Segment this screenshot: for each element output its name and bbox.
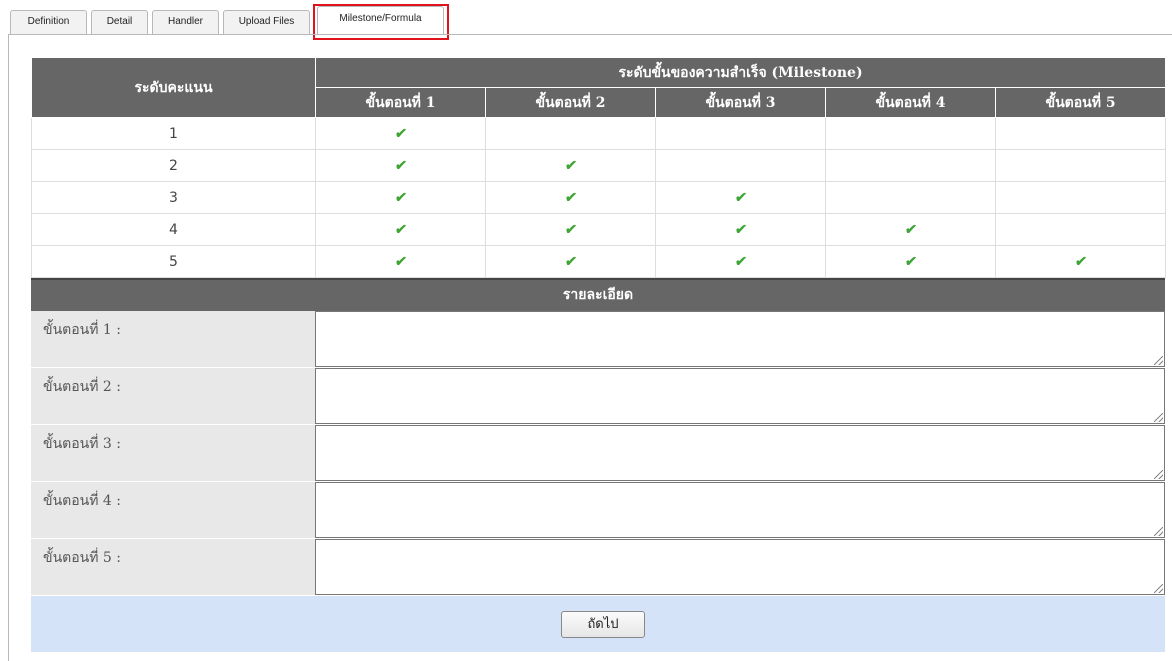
milestone-cell: ✔ — [655, 181, 826, 214]
next-button[interactable]: ถัดไป — [561, 611, 645, 638]
tab-bar: Definition Detail Handler Upload Files M… — [0, 0, 1172, 40]
level-column-header: ระดับคะแนน — [31, 57, 316, 118]
milestone-cell: ✔ — [485, 213, 656, 246]
detail-row: ขั้นตอนที่ 1 : — [31, 311, 1165, 368]
detail-label: ขั้นตอนที่ 2 : — [31, 368, 315, 424]
milestone-group-header: ระดับขั้นของความสำเร็จ (Milestone) — [314, 57, 1167, 88]
milestone-cell: ✔ — [315, 245, 486, 278]
milestone-cell — [655, 117, 826, 150]
checkmark-icon: ✔ — [563, 157, 578, 174]
resize-grip-icon[interactable] — [1154, 413, 1163, 422]
detail-label: ขั้นตอนที่ 3 : — [31, 425, 315, 481]
tab-detail[interactable]: Detail — [91, 10, 148, 34]
detail-row: ขั้นตอนที่ 3 : — [31, 425, 1165, 482]
checkmark-icon: ✔ — [393, 189, 408, 206]
milestone-cell — [994, 181, 1167, 214]
detail-field-wrapper — [315, 425, 1165, 481]
milestone-cell: ✔ — [315, 213, 486, 246]
step-header: ขั้นตอนที่ 4 — [825, 87, 996, 118]
milestone-cell: ✔ — [315, 181, 486, 214]
level-cell: 1 — [31, 117, 316, 150]
step-header: ขั้นตอนที่ 2 — [485, 87, 656, 118]
step-1-textarea[interactable] — [316, 312, 1164, 366]
step-5-textarea[interactable] — [316, 540, 1164, 594]
step-header: ขั้นตอนที่ 1 — [315, 87, 486, 118]
milestone-cell — [485, 117, 656, 150]
checkmark-icon: ✔ — [563, 189, 578, 206]
milestone-cell — [825, 149, 996, 182]
tab-handler[interactable]: Handler — [152, 10, 219, 34]
detail-row: ขั้นตอนที่ 2 : — [31, 368, 1165, 425]
detail-field-wrapper — [315, 482, 1165, 538]
checkmark-icon: ✔ — [393, 221, 408, 238]
level-cell: 2 — [31, 149, 316, 182]
detail-row: ขั้นตอนที่ 4 : — [31, 482, 1165, 539]
checkmark-icon: ✔ — [563, 221, 578, 238]
checkmark-icon: ✔ — [393, 125, 408, 142]
milestone-cell — [994, 149, 1167, 182]
milestone-cell: ✔ — [315, 149, 486, 182]
milestone-cell — [825, 117, 996, 150]
step-header: ขั้นตอนที่ 5 — [994, 87, 1167, 118]
level-cell: 4 — [31, 213, 316, 246]
checkmark-icon: ✔ — [903, 221, 918, 238]
level-cell: 3 — [31, 181, 316, 214]
step-header: ขั้นตอนที่ 3 — [655, 87, 826, 118]
detail-label: ขั้นตอนที่ 5 : — [31, 539, 315, 595]
milestone-cell — [994, 213, 1167, 246]
checkmark-icon: ✔ — [563, 253, 578, 270]
checkmark-icon: ✔ — [393, 253, 408, 270]
milestone-cell: ✔ — [825, 245, 996, 278]
resize-grip-icon[interactable] — [1154, 584, 1163, 593]
tab-definition[interactable]: Definition — [10, 10, 87, 34]
table-row: 3 ✔ ✔ ✔ — [31, 181, 1167, 214]
milestone-cell — [655, 149, 826, 182]
step-3-textarea[interactable] — [316, 426, 1164, 480]
checkmark-icon: ✔ — [903, 253, 918, 270]
resize-grip-icon[interactable] — [1154, 356, 1163, 365]
milestone-cell: ✔ — [825, 213, 996, 246]
resize-grip-icon[interactable] — [1154, 527, 1163, 536]
detail-field-wrapper — [315, 368, 1165, 424]
details-header: รายละเอียด — [31, 278, 1165, 311]
detail-field-wrapper — [315, 311, 1165, 367]
milestone-cell: ✔ — [485, 181, 656, 214]
tab-milestone-formula[interactable]: Milestone/Formula — [317, 6, 444, 34]
detail-label: ขั้นตอนที่ 1 : — [31, 311, 315, 367]
detail-label: ขั้นตอนที่ 4 : — [31, 482, 315, 538]
checkmark-icon: ✔ — [393, 157, 408, 174]
form-footer: ถัดไป — [31, 596, 1165, 652]
detail-field-wrapper — [315, 539, 1165, 595]
table-row: 4 ✔ ✔ ✔ ✔ — [31, 213, 1167, 246]
detail-row: ขั้นตอนที่ 5 : — [31, 539, 1165, 596]
milestone-cell: ✔ — [485, 149, 656, 182]
milestone-form: ระดับคะแนน ระดับขั้นของความสำเร็จ (Miles… — [31, 57, 1167, 652]
milestone-cell: ✔ — [994, 245, 1167, 278]
table-row: 2 ✔ ✔ — [31, 149, 1167, 182]
milestone-cell — [825, 181, 996, 214]
table-row: 5 ✔ ✔ ✔ ✔ ✔ — [31, 245, 1167, 278]
tab-upload-files[interactable]: Upload Files — [223, 10, 310, 34]
checkmark-icon: ✔ — [733, 253, 748, 270]
milestone-cell: ✔ — [655, 245, 826, 278]
resize-grip-icon[interactable] — [1154, 470, 1163, 479]
step-2-textarea[interactable] — [316, 369, 1164, 423]
table-row: 1 ✔ — [31, 117, 1167, 150]
milestone-cell — [994, 117, 1167, 150]
checkmark-icon: ✔ — [733, 221, 748, 238]
milestone-cell: ✔ — [655, 213, 826, 246]
checkmark-icon: ✔ — [1073, 253, 1088, 270]
milestone-cell: ✔ — [315, 117, 486, 150]
level-cell: 5 — [31, 245, 316, 278]
milestone-table: ระดับคะแนน ระดับขั้นของความสำเร็จ (Miles… — [31, 57, 1167, 278]
step-4-textarea[interactable] — [316, 483, 1164, 537]
checkmark-icon: ✔ — [733, 189, 748, 206]
milestone-cell: ✔ — [485, 245, 656, 278]
